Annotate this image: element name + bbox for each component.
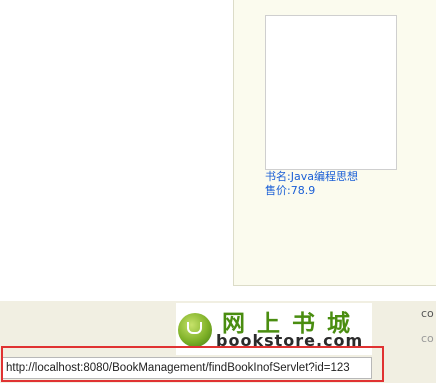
- status-bar-url: http://localhost:8080/BookManagement/fin…: [2, 357, 372, 379]
- book-cover-image[interactable]: [265, 15, 397, 170]
- book-title-link[interactable]: 书名:Java编程思想: [265, 170, 405, 184]
- book-card[interactable]: 书名:Java编程思想 售价:78.9: [265, 15, 405, 198]
- footer-text-fragment: co: [421, 307, 434, 320]
- bag-icon: [178, 313, 212, 347]
- book-list-panel: 书名:Java编程思想 售价:78.9: [233, 0, 436, 286]
- logo-english-text: bookstore.com: [216, 331, 364, 350]
- site-logo[interactable]: 网上书城 bookstore.com: [176, 303, 372, 355]
- footer-text-fragment: co: [421, 332, 434, 345]
- book-price: 售价:78.9: [265, 184, 316, 197]
